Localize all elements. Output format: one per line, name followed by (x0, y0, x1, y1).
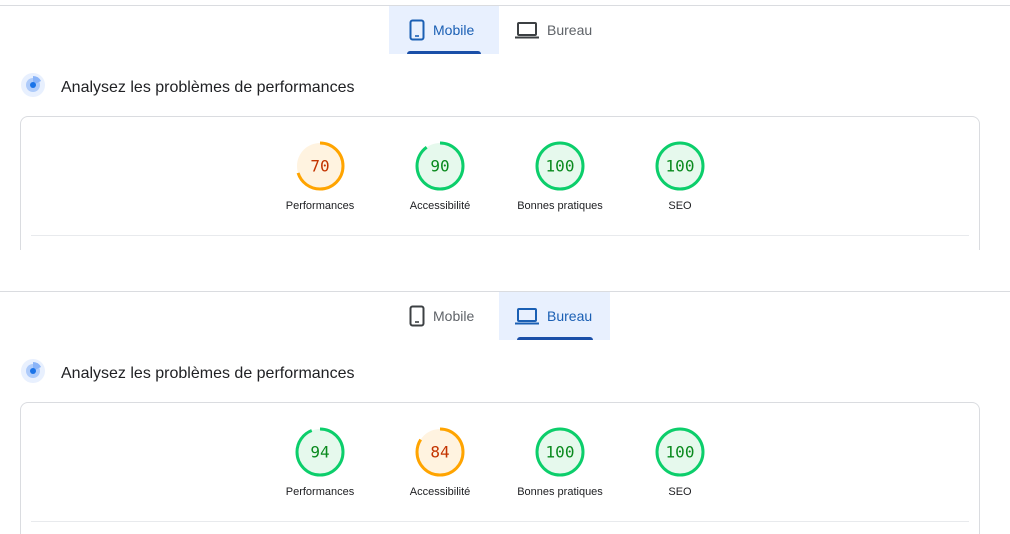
score-value: 100 (666, 157, 695, 176)
score-label: Bonnes pratiques (517, 486, 603, 498)
section-heading: Analysez les problèmes de performances (20, 358, 354, 389)
tab-mobile-label: Mobile (433, 308, 475, 324)
smartphone-icon (409, 19, 425, 41)
tab-desktop-label: Bureau (547, 22, 593, 38)
card-divider (31, 521, 969, 522)
score-value: 100 (666, 443, 695, 462)
score-value: 100 (546, 443, 575, 462)
score-label: Accessibilité (409, 486, 471, 498)
tab-desktop-label: Bureau (547, 308, 593, 324)
section-heading: Analysez les problèmes de performances (20, 72, 354, 103)
gauge-accessibility[interactable]: 90 Accessibilité (380, 141, 500, 212)
gauge-performance[interactable]: 94 Performances (260, 427, 380, 498)
score-label: Performances (285, 486, 355, 498)
tab-desktop[interactable]: Bureau (499, 6, 610, 54)
score-gauge-ring: 100 (655, 427, 705, 477)
score-label: SEO (668, 200, 692, 212)
section-heading-text: Analysez les problèmes de performances (61, 78, 355, 96)
tab-mobile-label: Mobile (433, 22, 475, 38)
gauge-seo[interactable]: 100 SEO (620, 141, 740, 212)
tab-desktop[interactable]: Bureau (499, 292, 610, 340)
report-panel-mobile: Mobile Bureau Analysez les problèmes de … (0, 0, 1010, 266)
gauge-best-practices[interactable]: 100 Bonnes pratiques (500, 141, 620, 212)
scores-card: 94 Performances 84 Accessibilité 100 Bon… (20, 402, 980, 534)
laptop-icon (515, 307, 539, 325)
gauge-performance[interactable]: 70 Performances (260, 141, 380, 212)
score-value: 94 (310, 443, 329, 462)
crop-gap (0, 250, 1010, 286)
score-gauge-ring: 94 (295, 427, 345, 477)
score-gauge-ring: 100 (535, 141, 585, 191)
laptop-icon (515, 21, 539, 39)
card-divider (31, 235, 969, 236)
gauge-best-practices[interactable]: 100 Bonnes pratiques (500, 427, 620, 498)
active-tab-indicator (407, 51, 481, 54)
score-label: Accessibilité (409, 200, 471, 212)
score-value: 100 (546, 157, 575, 176)
score-label: Bonnes pratiques (517, 200, 603, 212)
score-value: 90 (430, 157, 449, 176)
smartphone-icon (409, 305, 425, 327)
score-label: Performances (285, 200, 355, 212)
score-gauge-ring: 100 (655, 141, 705, 191)
score-gauge-ring: 70 (295, 141, 345, 191)
gauge-accessibility[interactable]: 84 Accessibilité (380, 427, 500, 498)
score-value: 70 (310, 157, 329, 176)
tab-mobile[interactable]: Mobile (389, 6, 499, 54)
tab-mobile[interactable]: Mobile (389, 292, 499, 340)
radar-icon (20, 358, 46, 389)
report-panel-desktop: Mobile Bureau Analysez les problèmes de … (0, 286, 1010, 534)
score-label: SEO (668, 486, 692, 498)
radar-icon (20, 72, 46, 103)
score-gauge-ring: 100 (535, 427, 585, 477)
score-gauge-ring: 90 (415, 141, 465, 191)
gauge-seo[interactable]: 100 SEO (620, 427, 740, 498)
score-value: 84 (430, 443, 449, 462)
scores-card: 70 Performances 90 Accessibilité 100 Bon… (20, 116, 980, 266)
score-gauge-ring: 84 (415, 427, 465, 477)
active-tab-indicator (517, 337, 593, 340)
section-heading-text: Analysez les problèmes de performances (61, 364, 355, 382)
